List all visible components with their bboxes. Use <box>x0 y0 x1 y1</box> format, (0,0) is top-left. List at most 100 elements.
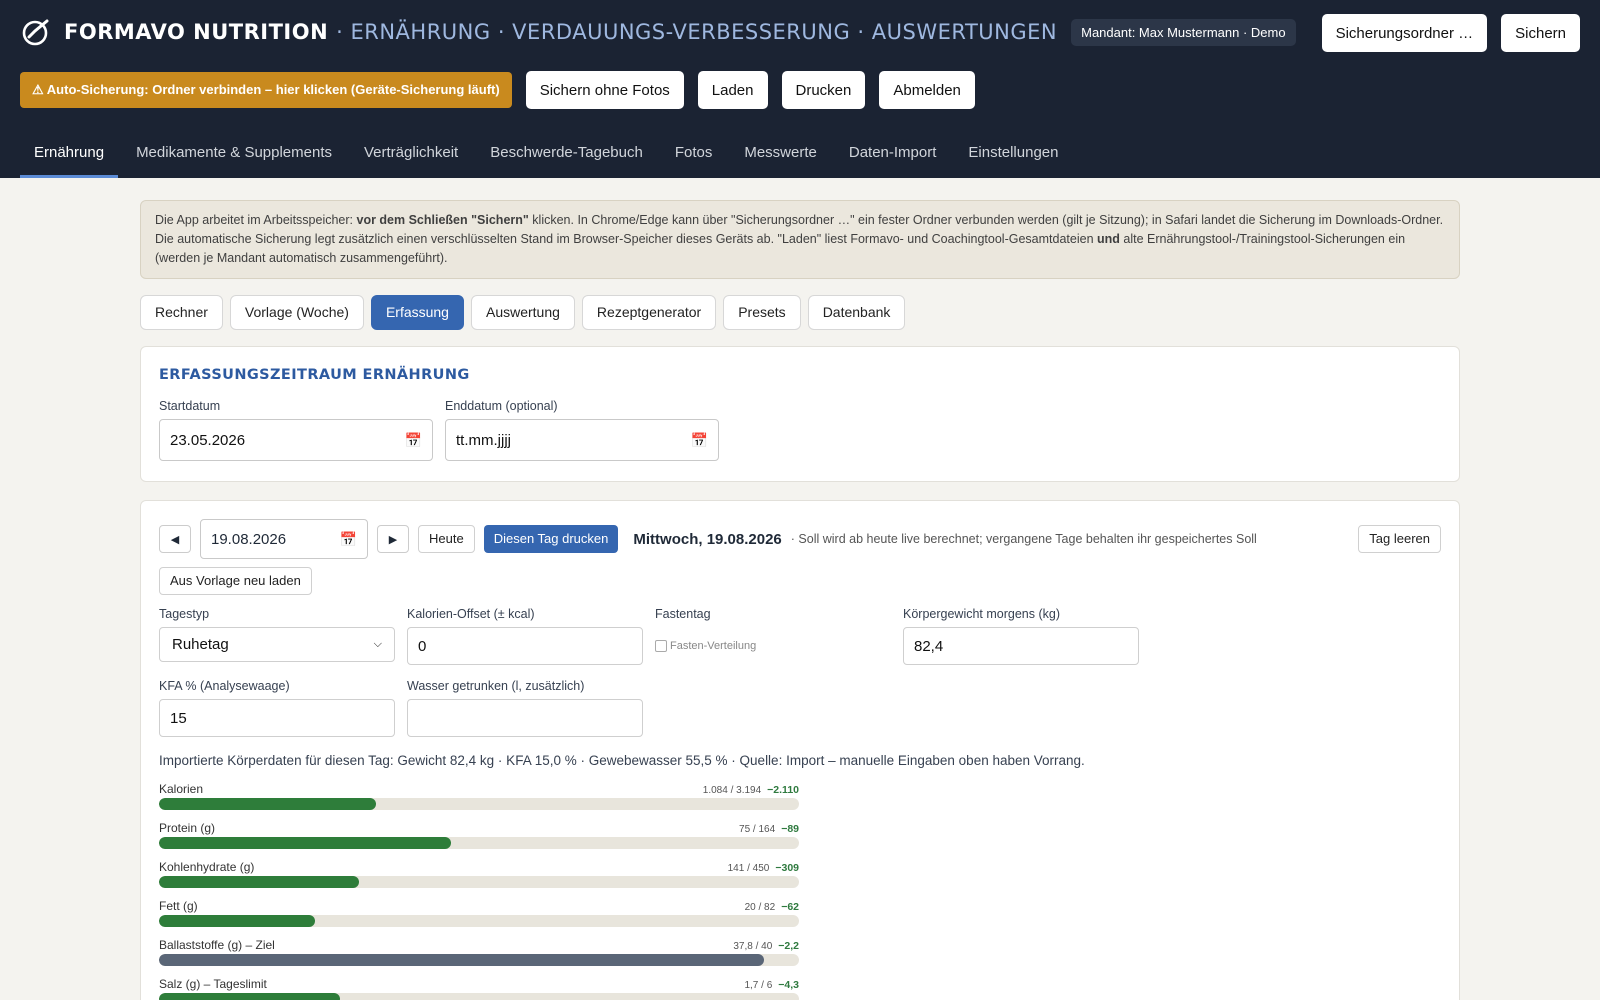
nav-tab-medikamente[interactable]: Medikamente & Supplements <box>122 144 346 178</box>
bar-fill <box>159 993 341 1000</box>
macro-bars: Kalorien 1.084 / 3.194 −2.110 Protein (g) 75… <box>159 780 799 1000</box>
tagestyp-group: Tagestyp Ruhetag ⌵ <box>159 607 395 665</box>
water-input[interactable] <box>407 699 643 737</box>
water-label: Wasser getrunken (l, zusätzlich) <box>407 679 585 693</box>
reload-template-button[interactable]: Aus Vorlage neu laden <box>159 567 312 595</box>
nav-tab-messwerte[interactable]: Messwerte <box>730 144 831 178</box>
save-button[interactable]: Sichern <box>1501 14 1580 52</box>
end-date-value: tt.mm.jjjj <box>456 431 511 449</box>
bar-nums: 1.084 / 3.194 <box>702 785 762 796</box>
offset-input[interactable]: 0 <box>407 627 643 665</box>
fasten-label: Fastentag <box>655 607 711 621</box>
today-button[interactable]: Heute <box>418 525 475 553</box>
tagestyp-value: Ruhetag <box>172 636 229 653</box>
clear-day-button[interactable]: Tag leeren <box>1358 525 1441 553</box>
top-right-actions: Sicherungsordner … Sichern <box>1321 14 1580 52</box>
load-button[interactable]: Laden <box>697 71 768 109</box>
bar-track <box>159 954 799 966</box>
bar-nums: 75 / 164 <box>739 824 776 835</box>
bar-diff: −309 <box>775 862 799 874</box>
day-date-input[interactable]: 19.08.2026 📅 <box>200 519 368 559</box>
info-notice: Die App arbeitet im Arbeitsspeicher: vor… <box>140 200 1460 279</box>
bar-values: 1,7 / 6 −4,3 <box>744 975 799 991</box>
fasten-checkbox-wrap: Fasten-Verteilung <box>655 627 891 665</box>
weight-label: Körpergewicht morgens (kg) <box>903 607 1061 621</box>
day-title: Mittwoch, 19.08.2026 <box>633 530 782 548</box>
auto-backup-warning-button[interactable]: ⚠ Auto-Sicherung: Ordner verbinden – hie… <box>20 72 512 108</box>
bar-head: Kohlenhydrate (g) 141 / 450 −309 <box>159 858 799 874</box>
bar-fill <box>159 915 316 927</box>
calendar-icon[interactable]: 📅 <box>691 432 708 449</box>
water-group: Wasser getrunken (l, zusätzlich) <box>407 679 643 737</box>
fasten-group: Fastentag Fasten-Verteilung <box>655 607 891 665</box>
bar-track <box>159 876 799 888</box>
calendar-icon[interactable]: 📅 <box>340 531 357 548</box>
fasten-checkbox[interactable] <box>655 640 667 652</box>
subtab-presets[interactable]: Presets <box>723 295 801 330</box>
brand-name: FORMAVO NUTRITION <box>64 20 329 44</box>
bar-head: Protein (g) 75 / 164 −89 <box>159 819 799 835</box>
bar-diff: −4,3 <box>778 979 799 991</box>
bar-nums: 37,8 / 40 <box>733 941 773 952</box>
print-button[interactable]: Drucken <box>781 71 866 109</box>
bar-nums: 20 / 82 <box>744 902 776 913</box>
bar-head: Kalorien 1.084 / 3.194 −2.110 <box>159 780 799 796</box>
nav-tab-ernaehrung[interactable]: Ernährung <box>20 144 119 178</box>
fasten-checkbox-label: Fasten-Verteilung <box>670 640 757 652</box>
bar-track <box>159 915 799 927</box>
save-without-photos-button[interactable]: Sichern ohne Fotos <box>525 71 684 109</box>
info-bold-1: vor dem Schließen "Sichern" <box>356 213 529 227</box>
nav-tab-daten-import[interactable]: Daten-Import <box>835 144 951 178</box>
bar-track <box>159 798 799 810</box>
weight-input[interactable]: 82,4 <box>903 627 1139 665</box>
bar-track <box>159 993 799 1000</box>
backup-folder-button[interactable]: Sicherungsordner … <box>1321 14 1488 52</box>
weight-group: Körpergewicht morgens (kg) 82,4 <box>903 607 1139 665</box>
bar-diff: −2,2 <box>778 940 799 952</box>
bar-label: Salz (g) – Tageslimit <box>159 977 267 991</box>
bar-label: Kohlenhydrate (g) <box>159 860 255 874</box>
bar-track <box>159 837 799 849</box>
print-day-button[interactable]: Diesen Tag drucken <box>483 525 619 553</box>
bar-values: 75 / 164 −89 <box>739 819 799 835</box>
macro-bar-item: Kohlenhydrate (g) 141 / 450 −309 <box>159 858 799 888</box>
subtab-rezeptgenerator[interactable]: Rezeptgenerator <box>581 295 717 330</box>
day-nav-row: ◀ 19.08.2026 📅 ▶ Heute Diesen Tag drucke… <box>159 519 1441 559</box>
bar-diff: −89 <box>781 823 799 835</box>
end-date-input[interactable]: tt.mm.jjjj 📅 <box>445 419 719 461</box>
calendar-icon[interactable]: 📅 <box>405 432 422 449</box>
logout-button[interactable]: Abmelden <box>879 71 975 109</box>
day-card: ◀ 19.08.2026 📅 ▶ Heute Diesen Tag drucke… <box>140 500 1460 1000</box>
brand-subtitle: · ERNÄHRUNG · VERDAUUNGS-VERBESSERUNG · … <box>336 20 1058 44</box>
nav-tab-vertraeglichkeit[interactable]: Verträglichkeit <box>350 144 472 178</box>
start-date-input[interactable]: 23.05.2026 📅 <box>159 419 433 461</box>
day-date-value: 19.08.2026 <box>211 530 287 548</box>
bar-values: 141 / 450 −309 <box>728 858 799 874</box>
subtab-rechner[interactable]: Rechner <box>140 295 223 330</box>
nav-tab-beschwerde-tagebuch[interactable]: Beschwerde-Tagebuch <box>476 144 657 178</box>
day-form-grid: Tagestyp Ruhetag ⌵ Kalorien-Offset (± kc… <box>159 607 1441 751</box>
bar-head: Salz (g) – Tageslimit 1,7 / 6 −4,3 <box>159 975 799 991</box>
kfa-input[interactable]: 15 <box>159 699 395 737</box>
bar-label: Kalorien <box>159 782 204 796</box>
start-date-label: Startdatum <box>159 399 221 413</box>
sub-tabs: Rechner Vorlage (Woche) Erfassung Auswer… <box>140 295 1460 330</box>
prev-day-button[interactable]: ◀ <box>159 525 191 553</box>
action-row: ⚠ Auto-Sicherung: Ordner verbinden – hie… <box>0 64 1600 116</box>
tagestyp-select[interactable]: Ruhetag ⌵ <box>159 627 395 662</box>
main-nav: Ernährung Medikamente & Supplements Vert… <box>0 126 1600 178</box>
bar-diff: −2.110 <box>767 784 799 796</box>
bar-values: 20 / 82 −62 <box>745 897 799 913</box>
subtab-erfassung[interactable]: Erfassung <box>370 295 464 330</box>
offset-group: Kalorien-Offset (± kcal) 0 <box>407 607 643 665</box>
info-text-1: Die App arbeitet im Arbeitsspeicher: <box>155 213 357 227</box>
nav-tab-einstellungen[interactable]: Einstellungen <box>954 144 1072 178</box>
subtab-datenbank[interactable]: Datenbank <box>807 295 906 330</box>
bar-diff: −62 <box>781 901 799 913</box>
subtab-auswertung[interactable]: Auswertung <box>470 295 575 330</box>
bar-head: Fett (g) 20 / 82 −62 <box>159 897 799 913</box>
next-day-button[interactable]: ▶ <box>377 525 409 553</box>
nav-tab-fotos[interactable]: Fotos <box>661 144 727 178</box>
subtab-vorlage-woche[interactable]: Vorlage (Woche) <box>229 295 364 330</box>
formavo-logo-icon <box>22 19 49 46</box>
